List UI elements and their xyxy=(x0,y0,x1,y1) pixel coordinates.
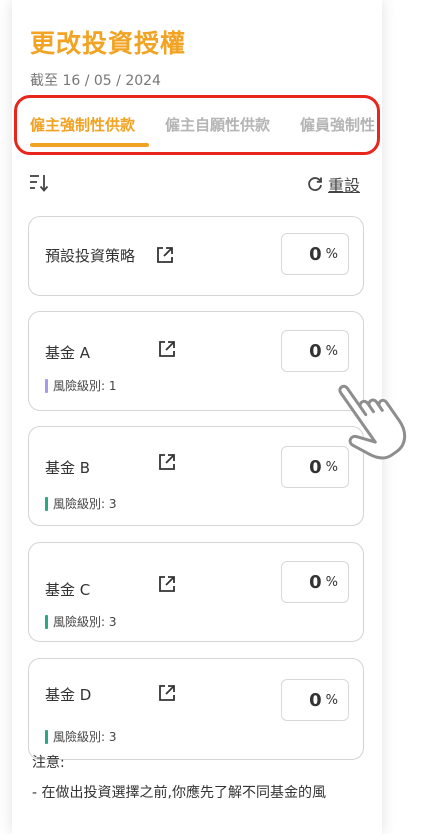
external-link-icon[interactable] xyxy=(155,245,175,265)
default-strategy-label: 預設投資策略 xyxy=(45,247,136,265)
reset-button[interactable]: 重設 xyxy=(306,172,360,196)
fund-name: 基金 D xyxy=(45,686,92,704)
risk-level: 風險級別: 3 xyxy=(45,495,117,512)
contribution-tabs: 僱主強制性供款 僱主自願性供款 僱員強制性 xyxy=(14,95,380,155)
external-link-icon[interactable] xyxy=(157,683,177,703)
default-strategy-percent-input[interactable]: 0 % xyxy=(281,233,349,275)
risk-indicator-bar xyxy=(45,496,48,511)
risk-indicator-bar xyxy=(45,729,48,744)
tab-employee-mandatory[interactable]: 僱員強制性 xyxy=(300,114,375,135)
risk-level: 風險級別: 3 xyxy=(45,728,117,745)
as-of-date: 截至 16 / 05 / 2024 xyxy=(30,73,161,89)
note-title: 注意: xyxy=(32,755,65,771)
refresh-icon xyxy=(308,177,322,191)
fund-percent-input[interactable]: 0 % xyxy=(281,561,349,603)
fund-name: 基金 B xyxy=(45,459,91,477)
risk-level: 風險級別: 3 xyxy=(45,613,117,630)
fund-card-c: 基金 C 0 % 風險級別: 3 xyxy=(28,542,364,642)
tab-employer-mandatory[interactable]: 僱主強制性供款 xyxy=(30,114,135,135)
default-strategy-card: 預設投資策略 0 % xyxy=(28,216,364,296)
tab-employer-voluntary[interactable]: 僱主自願性供款 xyxy=(165,114,270,135)
fund-percent-input[interactable]: 0 % xyxy=(281,679,349,721)
fund-name: 基金 C xyxy=(45,581,91,599)
fund-percent-input[interactable]: 0 % xyxy=(281,330,349,372)
external-link-icon[interactable] xyxy=(157,574,177,594)
risk-level: 風險級別: 1 xyxy=(45,377,117,394)
reset-label: 重設 xyxy=(327,176,360,195)
note-text: - 在做出投資選擇之前,你應先了解不同基金的風 xyxy=(32,785,326,801)
fund-card-a: 基金 A 0 % 風險級別: 1 xyxy=(28,311,364,411)
page-title: 更改投資授權 xyxy=(30,29,187,58)
external-link-icon[interactable] xyxy=(157,452,177,472)
fund-name: 基金 A xyxy=(45,344,91,362)
fund-card-d: 基金 D 0 % 風險級別: 3 xyxy=(28,658,364,760)
risk-indicator-bar xyxy=(45,378,48,393)
fund-card-b: 基金 B 0 % 風險級別: 3 xyxy=(28,426,364,526)
sort-icon[interactable] xyxy=(28,172,50,194)
active-tab-indicator xyxy=(30,143,149,147)
tap-hand-icon xyxy=(338,384,407,460)
risk-indicator-bar xyxy=(45,614,48,629)
external-link-icon[interactable] xyxy=(157,339,177,359)
